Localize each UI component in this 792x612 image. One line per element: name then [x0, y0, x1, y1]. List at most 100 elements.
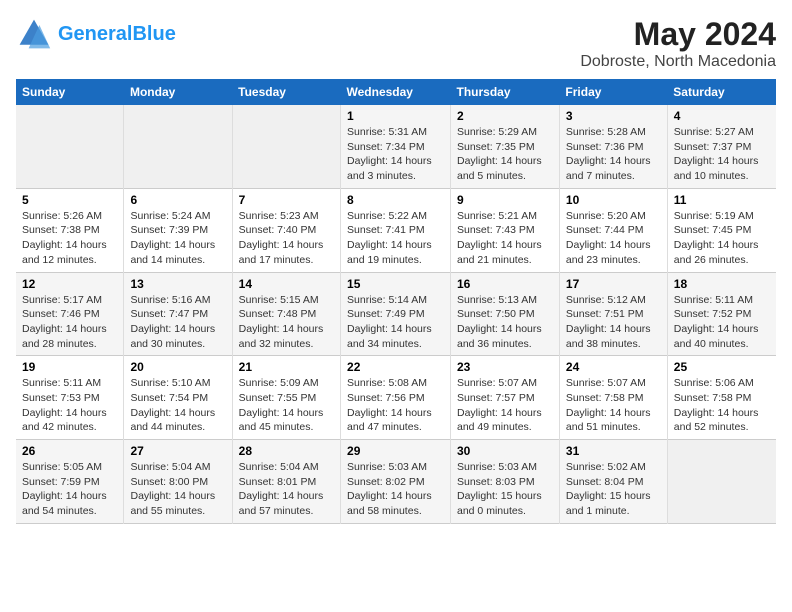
calendar-cell: 4 Sunrise: 5:27 AM Sunset: 7:37 PM Daylig… — [667, 105, 776, 188]
day-number: 9 — [457, 193, 553, 207]
calendar-cell: 19 Sunrise: 5:11 AM Sunset: 7:53 PM Dayli… — [16, 356, 124, 440]
weekday-header-friday: Friday — [559, 79, 667, 105]
day-number: 1 — [347, 109, 444, 123]
day-number: 24 — [566, 360, 661, 374]
day-number: 21 — [239, 360, 334, 374]
calendar-cell: 23Sunrise: 5:07 AM Sunset: 7:57 PM Dayli… — [451, 356, 560, 440]
calendar-week-row: 19 Sunrise: 5:11 AM Sunset: 7:53 PM Dayli… — [16, 356, 776, 440]
weekday-header-sunday: Sunday — [16, 79, 124, 105]
calendar-week-row: 1Sunrise: 5:31 AM Sunset: 7:34 PM Daylig… — [16, 105, 776, 188]
calendar-cell: 9 Sunrise: 5:21 AM Sunset: 7:43 PM Daylig… — [451, 188, 560, 272]
calendar-cell — [124, 105, 232, 188]
calendar-cell: 5Sunrise: 5:26 AM Sunset: 7:38 PM Daylig… — [16, 188, 124, 272]
day-number: 4 — [674, 109, 770, 123]
logo-line2: Blue — [132, 23, 175, 45]
calendar-cell: 28Sunrise: 5:04 AM Sunset: 8:01 PM Dayli… — [232, 440, 340, 524]
day-info: Sunrise: 5:05 AM Sunset: 7:59 PM Dayligh… — [22, 460, 117, 519]
day-info: Sunrise: 5:29 AM Sunset: 7:35 PM Dayligh… — [457, 125, 553, 184]
day-number: 18 — [674, 277, 770, 291]
day-info: Sunrise: 5:28 AM Sunset: 7:36 PM Dayligh… — [566, 125, 661, 184]
calendar-cell: 8 Sunrise: 5:22 AM Sunset: 7:41 PM Daylig… — [341, 188, 451, 272]
calendar-cell — [16, 105, 124, 188]
calendar-cell — [232, 105, 340, 188]
calendar-cell: 6 Sunrise: 5:24 AM Sunset: 7:39 PM Daylig… — [124, 188, 232, 272]
day-number: 30 — [457, 444, 553, 458]
weekday-header-thursday: Thursday — [451, 79, 560, 105]
day-number: 8 — [347, 193, 444, 207]
day-info: Sunrise: 5:03 AM Sunset: 8:03 PM Dayligh… — [457, 460, 553, 519]
day-number: 11 — [674, 193, 770, 207]
main-title: May 2024 — [580, 16, 776, 53]
day-info: Sunrise: 5:19 AM Sunset: 7:45 PM Dayligh… — [674, 209, 770, 268]
calendar-cell: 22 Sunrise: 5:08 AM Sunset: 7:56 PM Dayli… — [341, 356, 451, 440]
weekday-header-wednesday: Wednesday — [341, 79, 451, 105]
day-number: 25 — [674, 360, 770, 374]
day-number: 10 — [566, 193, 661, 207]
day-number: 22 — [347, 360, 444, 374]
calendar-cell: 11 Sunrise: 5:19 AM Sunset: 7:45 PM Dayli… — [667, 188, 776, 272]
day-number: 2 — [457, 109, 553, 123]
calendar-week-row: 12 Sunrise: 5:17 AM Sunset: 7:46 PM Dayli… — [16, 272, 776, 356]
day-info: Sunrise: 5:17 AM Sunset: 7:46 PM Dayligh… — [22, 293, 117, 352]
day-info: Sunrise: 5:15 AM Sunset: 7:48 PM Dayligh… — [239, 293, 334, 352]
day-number: 26 — [22, 444, 117, 458]
day-number: 29 — [347, 444, 444, 458]
logo-line1: General — [58, 23, 132, 45]
day-info: Sunrise: 5:08 AM Sunset: 7:56 PM Dayligh… — [347, 376, 444, 435]
day-number: 19 — [22, 360, 117, 374]
weekday-header-tuesday: Tuesday — [232, 79, 340, 105]
calendar-body: 1Sunrise: 5:31 AM Sunset: 7:34 PM Daylig… — [16, 105, 776, 523]
calendar-cell: 15Sunrise: 5:14 AM Sunset: 7:49 PM Dayli… — [341, 272, 451, 356]
day-number: 13 — [130, 277, 225, 291]
day-info: Sunrise: 5:22 AM Sunset: 7:41 PM Dayligh… — [347, 209, 444, 268]
day-info: Sunrise: 5:06 AM Sunset: 7:58 PM Dayligh… — [674, 376, 770, 435]
calendar-cell: 1Sunrise: 5:31 AM Sunset: 7:34 PM Daylig… — [341, 105, 451, 188]
calendar-cell: 29 Sunrise: 5:03 AM Sunset: 8:02 PM Dayli… — [341, 440, 451, 524]
day-info: Sunrise: 5:27 AM Sunset: 7:37 PM Dayligh… — [674, 125, 770, 184]
weekday-header-monday: Monday — [124, 79, 232, 105]
day-number: 12 — [22, 277, 117, 291]
day-number: 5 — [22, 193, 117, 207]
logo-text: GeneralBlue — [58, 23, 176, 45]
calendar-table: SundayMondayTuesdayWednesdayThursdayFrid… — [16, 79, 776, 524]
day-info: Sunrise: 5:10 AM Sunset: 7:54 PM Dayligh… — [130, 376, 225, 435]
title-block: May 2024 Dobroste, North Macedonia — [580, 16, 776, 71]
calendar-week-row: 26 Sunrise: 5:05 AM Sunset: 7:59 PM Dayli… — [16, 440, 776, 524]
day-number: 3 — [566, 109, 661, 123]
calendar-cell: 18Sunrise: 5:11 AM Sunset: 7:52 PM Dayli… — [667, 272, 776, 356]
day-info: Sunrise: 5:04 AM Sunset: 8:00 PM Dayligh… — [130, 460, 225, 519]
calendar-cell: 16Sunrise: 5:13 AM Sunset: 7:50 PM Dayli… — [451, 272, 560, 356]
day-info: Sunrise: 5:02 AM Sunset: 8:04 PM Dayligh… — [566, 460, 661, 519]
weekday-header-saturday: Saturday — [667, 79, 776, 105]
page-header: GeneralBlue May 2024 Dobroste, North Mac… — [16, 16, 776, 71]
day-number: 31 — [566, 444, 661, 458]
calendar-cell: 24 Sunrise: 5:07 AM Sunset: 7:58 PM Dayli… — [559, 356, 667, 440]
day-info: Sunrise: 5:11 AM Sunset: 7:53 PM Dayligh… — [22, 376, 117, 435]
day-info: Sunrise: 5:12 AM Sunset: 7:51 PM Dayligh… — [566, 293, 661, 352]
day-number: 6 — [130, 193, 225, 207]
calendar-cell: 3 Sunrise: 5:28 AM Sunset: 7:36 PM Daylig… — [559, 105, 667, 188]
day-info: Sunrise: 5:16 AM Sunset: 7:47 PM Dayligh… — [130, 293, 225, 352]
calendar-cell: 7Sunrise: 5:23 AM Sunset: 7:40 PM Daylig… — [232, 188, 340, 272]
calendar-week-row: 5Sunrise: 5:26 AM Sunset: 7:38 PM Daylig… — [16, 188, 776, 272]
calendar-cell — [667, 440, 776, 524]
calendar-cell: 13 Sunrise: 5:16 AM Sunset: 7:47 PM Dayli… — [124, 272, 232, 356]
calendar-cell: 25 Sunrise: 5:06 AM Sunset: 7:58 PM Dayli… — [667, 356, 776, 440]
calendar-cell: 30 Sunrise: 5:03 AM Sunset: 8:03 PM Dayli… — [451, 440, 560, 524]
logo-icon — [16, 16, 52, 52]
calendar-cell: 12 Sunrise: 5:17 AM Sunset: 7:46 PM Dayli… — [16, 272, 124, 356]
day-info: Sunrise: 5:13 AM Sunset: 7:50 PM Dayligh… — [457, 293, 553, 352]
subtitle: Dobroste, North Macedonia — [580, 53, 776, 71]
day-number: 27 — [130, 444, 225, 458]
day-info: Sunrise: 5:07 AM Sunset: 7:58 PM Dayligh… — [566, 376, 661, 435]
calendar-cell: 21Sunrise: 5:09 AM Sunset: 7:55 PM Dayli… — [232, 356, 340, 440]
day-number: 23 — [457, 360, 553, 374]
calendar-cell: 20Sunrise: 5:10 AM Sunset: 7:54 PM Dayli… — [124, 356, 232, 440]
day-number: 17 — [566, 277, 661, 291]
day-info: Sunrise: 5:21 AM Sunset: 7:43 PM Dayligh… — [457, 209, 553, 268]
calendar-cell: 26 Sunrise: 5:05 AM Sunset: 7:59 PM Dayli… — [16, 440, 124, 524]
calendar-cell: 14Sunrise: 5:15 AM Sunset: 7:48 PM Dayli… — [232, 272, 340, 356]
day-info: Sunrise: 5:24 AM Sunset: 7:39 PM Dayligh… — [130, 209, 225, 268]
day-info: Sunrise: 5:03 AM Sunset: 8:02 PM Dayligh… — [347, 460, 444, 519]
weekday-header-row: SundayMondayTuesdayWednesdayThursdayFrid… — [16, 79, 776, 105]
